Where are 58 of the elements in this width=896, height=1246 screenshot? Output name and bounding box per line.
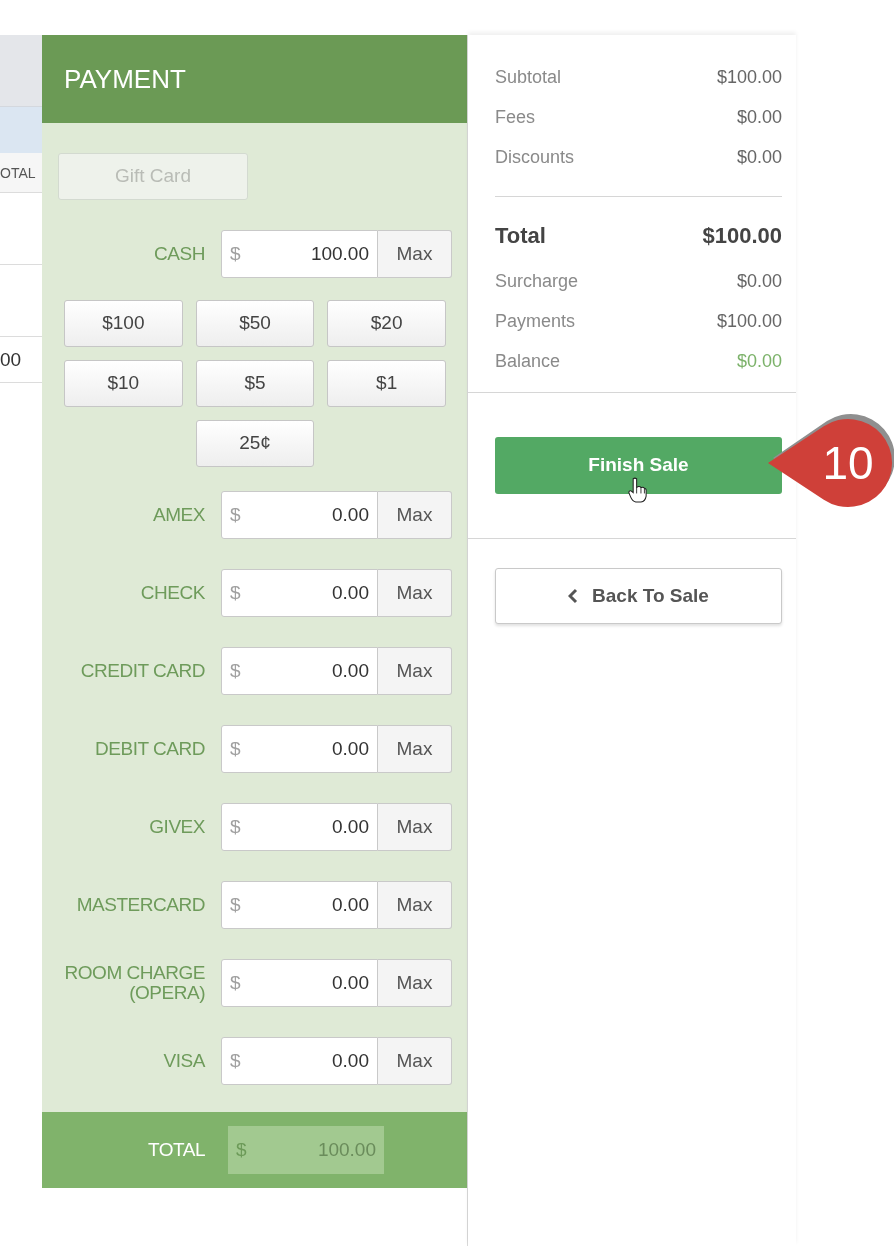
quick-amount-button[interactable]: 25¢ <box>195 420 315 467</box>
quick-amount-button[interactable]: $10 <box>64 360 183 407</box>
summary-label: Balance <box>495 349 561 373</box>
payment-method-label: ROOM CHARGE (OPERA) <box>63 963 205 1003</box>
step-callout: 10 <box>766 413 894 509</box>
summary-value: $0.00 <box>736 105 782 129</box>
max-button[interactable]: Max <box>378 881 452 929</box>
payment-method-label: GIVEX <box>148 817 205 837</box>
quick-amount-button[interactable]: $5 <box>195 360 315 407</box>
payment-method-label: DEBIT CARD <box>94 739 205 759</box>
summary-value: $0.00 <box>736 349 782 373</box>
amount-field[interactable]: $ 0.00 <box>221 725 378 773</box>
payment-title: PAYMENT <box>64 62 186 96</box>
summary-label: Surcharge <box>495 269 579 293</box>
total-amount-field: $ 100.00 <box>228 1126 384 1174</box>
max-button[interactable]: Max <box>378 725 452 773</box>
amount-field[interactable]: $ 0.00 <box>221 803 378 851</box>
max-button[interactable]: Max <box>378 569 452 617</box>
chevron-left-icon <box>568 588 579 604</box>
summary-label: Discounts <box>495 145 575 169</box>
amount-field[interactable]: $ 0.00 <box>221 959 378 1007</box>
summary-value: $100.00 <box>716 65 782 89</box>
payment-method-label: CHECK <box>139 583 205 603</box>
summary-label: Payments <box>495 309 576 333</box>
payment-method-label: VISA <box>162 1051 205 1071</box>
max-button[interactable]: Max <box>378 230 452 278</box>
back-to-sale-button[interactable]: Back To Sale <box>495 568 782 624</box>
total-label: TOTAL <box>146 1137 205 1162</box>
payment-method-label: MASTERCARD <box>75 895 205 915</box>
total-label: Total <box>495 221 546 250</box>
amount-field[interactable]: $ 0.00 <box>221 491 378 539</box>
max-button[interactable]: Max <box>378 1037 452 1085</box>
quick-amount-button[interactable]: $20 <box>327 300 446 347</box>
total-value: $100.00 <box>702 221 782 250</box>
max-button[interactable]: Max <box>378 647 452 695</box>
column-header: OTAL <box>0 165 36 180</box>
quick-amount-button[interactable]: $50 <box>195 300 315 347</box>
summary-value: $0.00 <box>736 269 782 293</box>
summary-value: $0.00 <box>736 145 782 169</box>
header-band <box>0 107 42 153</box>
table-cell: 00 <box>0 350 22 369</box>
max-button[interactable]: Max <box>378 803 452 851</box>
quick-amount-button[interactable]: $1 <box>327 360 446 407</box>
amount-field[interactable]: $ 0.00 <box>221 1037 378 1085</box>
payment-method-label: CASH <box>153 244 205 264</box>
amount-field[interactable]: $ 0.00 <box>221 569 378 617</box>
summary-label: Subtotal <box>495 65 562 89</box>
amount-field[interactable]: $ 0.00 <box>221 647 378 695</box>
summary-label: Fees <box>495 105 536 129</box>
amount-field[interactable]: $ 100.00 <box>221 230 378 278</box>
max-button[interactable]: Max <box>378 959 452 1007</box>
hand-pointer-icon <box>628 477 647 503</box>
payment-method-label: AMEX <box>152 505 205 525</box>
max-button[interactable]: Max <box>378 491 452 539</box>
payment-method-label: CREDIT CARD <box>79 661 205 681</box>
summary-value: $100.00 <box>716 309 782 333</box>
quick-amount-button[interactable]: $100 <box>64 300 183 347</box>
amount-field[interactable]: $ 0.00 <box>221 881 378 929</box>
